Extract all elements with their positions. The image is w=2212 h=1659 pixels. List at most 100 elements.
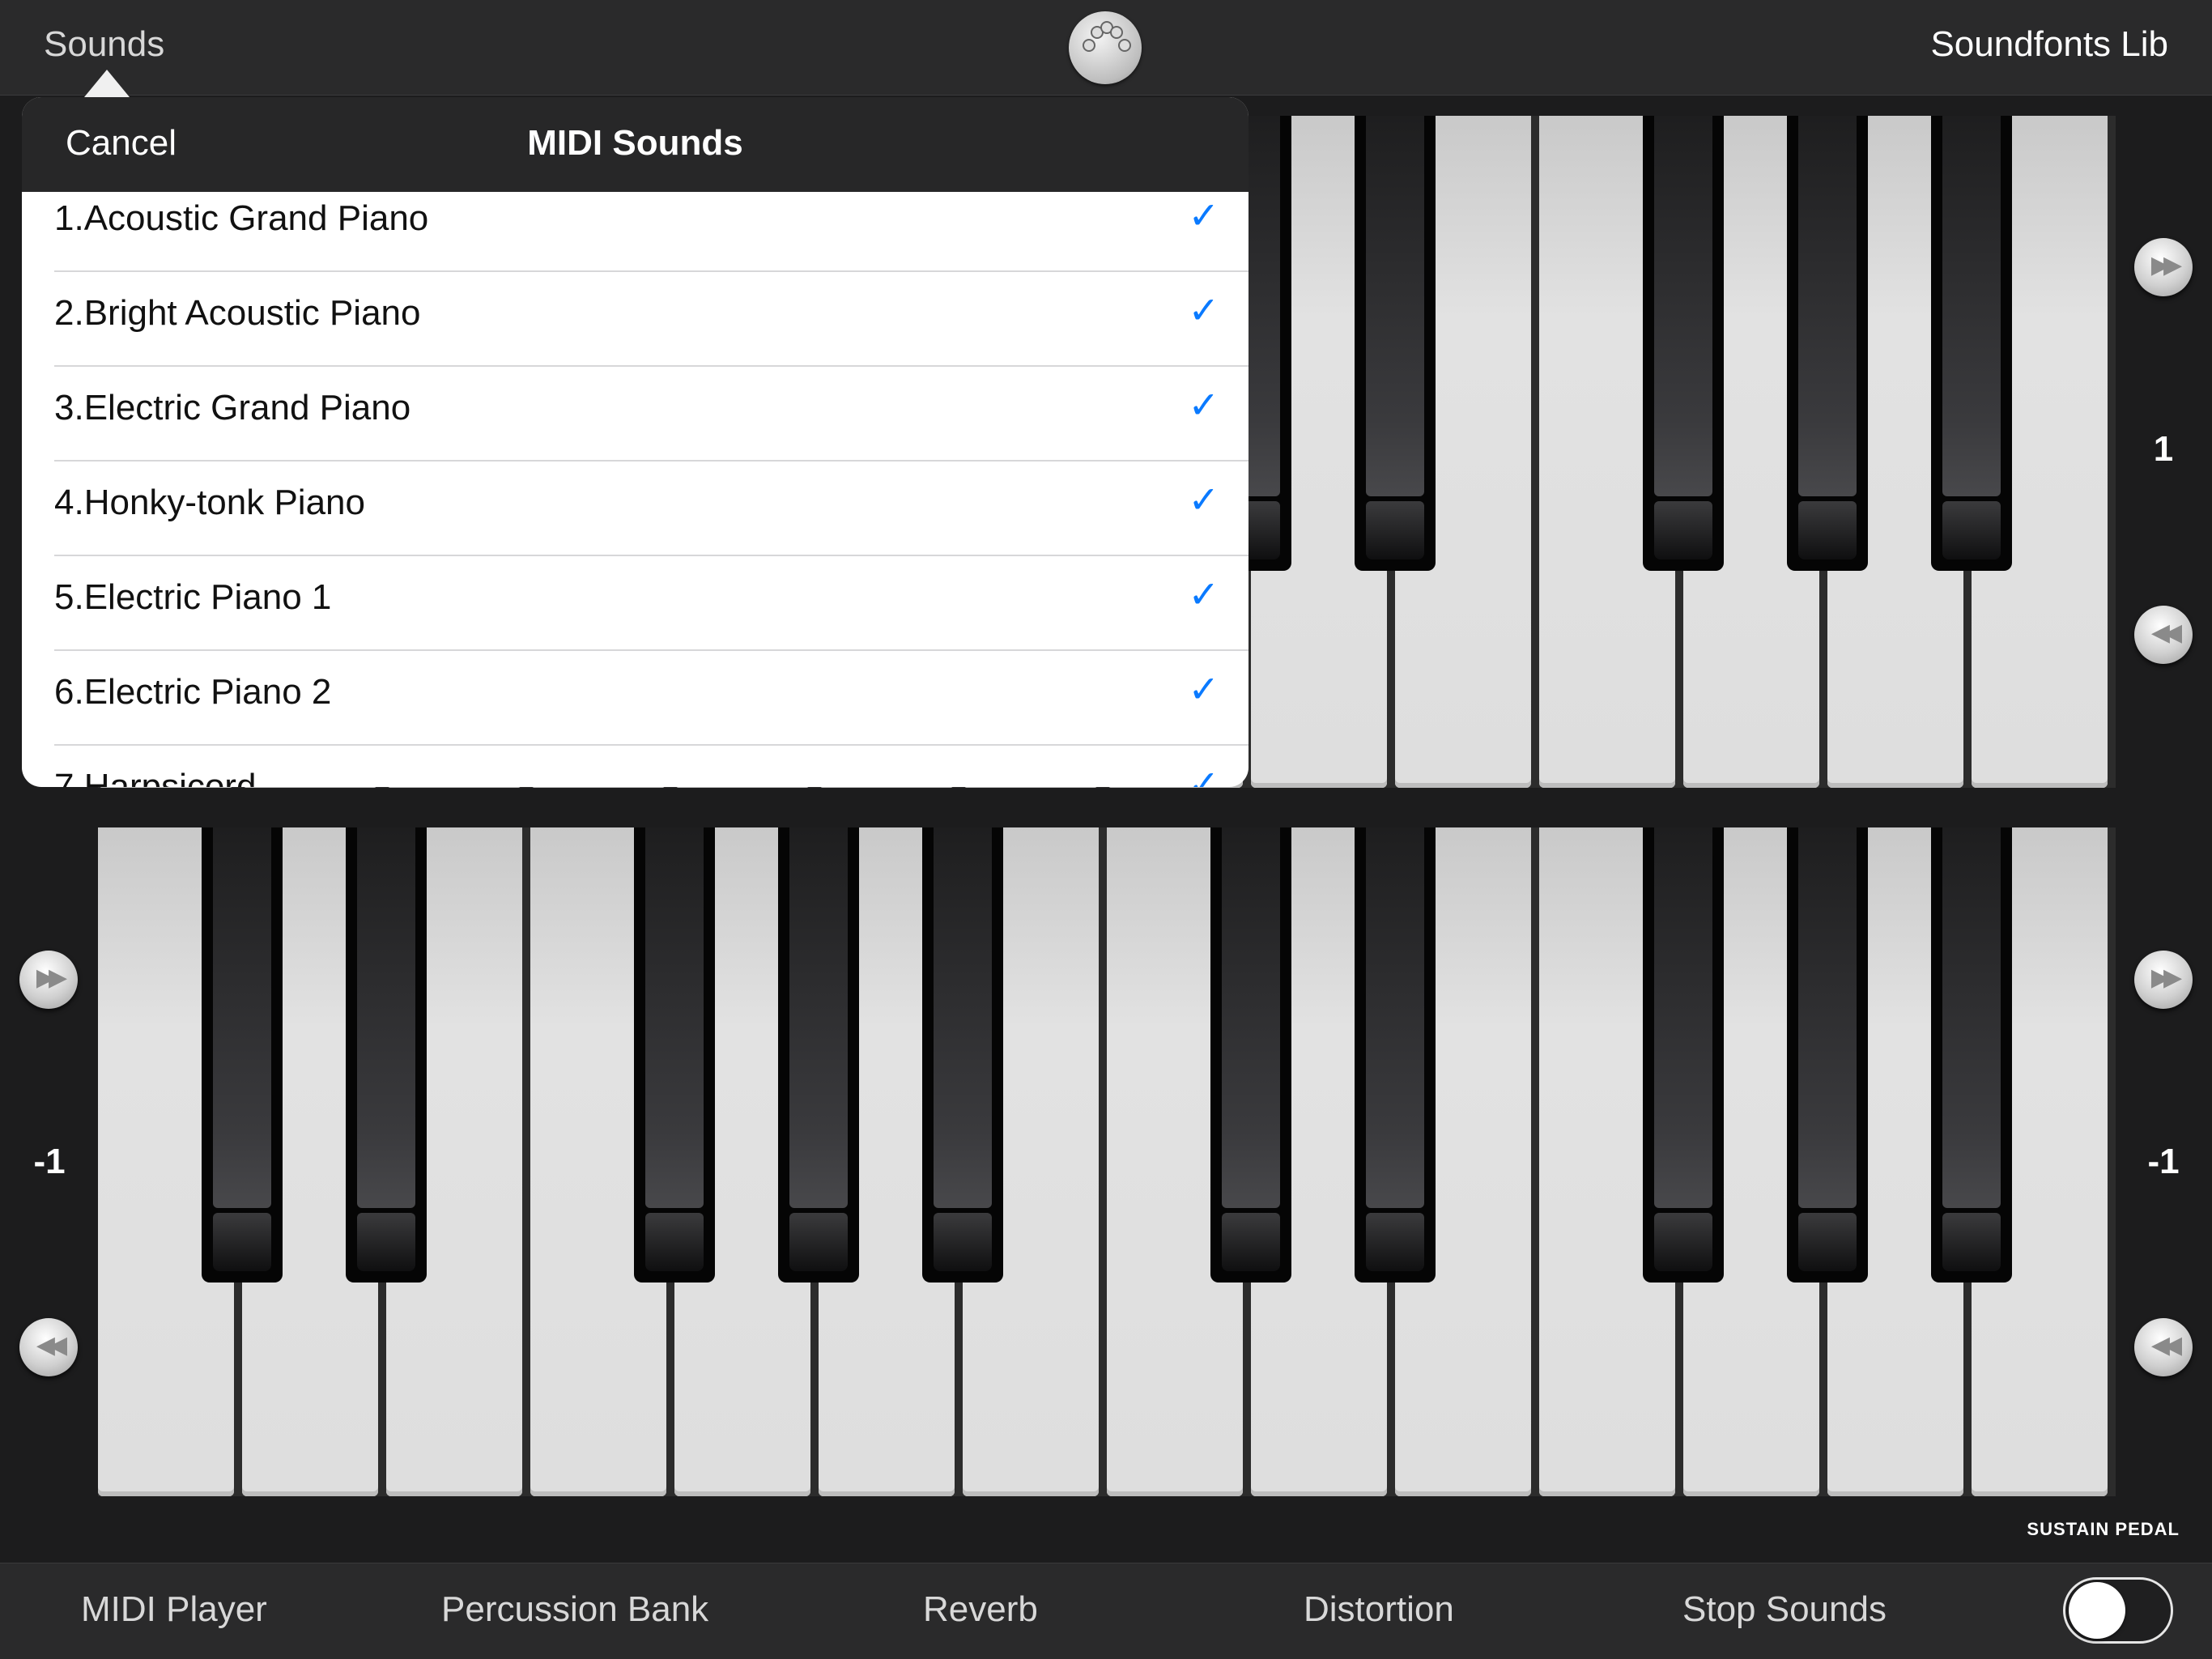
black-key-body: [934, 827, 992, 1208]
black-key-tip: [1942, 501, 2001, 559]
lower-right-octave-up-button[interactable]: ▶▶: [2134, 951, 2193, 1009]
percussion-bank-button[interactable]: Percussion Bank: [441, 1589, 708, 1630]
lower-keyboard[interactable]: [98, 827, 2116, 1496]
checkmark-icon: ✓: [1188, 763, 1219, 787]
popover-title: MIDI Sounds: [527, 123, 743, 163]
black-key[interactable]: [1787, 827, 1868, 1283]
black-key-body: [645, 827, 704, 1208]
black-key[interactable]: [1643, 827, 1724, 1283]
lower-right-octave-down-button[interactable]: ◀◀: [2134, 1318, 2193, 1376]
black-key-body: [1942, 827, 2001, 1208]
black-key[interactable]: [778, 827, 859, 1283]
black-key-tip: [1366, 1213, 1424, 1271]
black-key[interactable]: [1931, 116, 2012, 571]
stop-sounds-button[interactable]: Stop Sounds: [1682, 1589, 1887, 1630]
top-bar: Sounds Soundfonts Lib: [0, 0, 2212, 96]
lower-left-octave-down-button[interactable]: ◀◀: [19, 1318, 78, 1376]
sustain-pedal-label: SUSTAIN PEDAL: [2027, 1519, 2180, 1539]
black-key[interactable]: [1931, 827, 2012, 1283]
black-key[interactable]: [1355, 827, 1436, 1283]
sound-label: 5.Electric Piano 1: [54, 577, 332, 617]
black-key-body: [1942, 116, 2001, 496]
sounds-button[interactable]: Sounds: [44, 24, 164, 65]
midi-sounds-popover: MIDI Sounds Cancel 1.Acoustic Grand Pian…: [22, 97, 1249, 787]
black-key-tip: [789, 1213, 848, 1271]
sound-label: 2.Bright Acoustic Piano: [54, 293, 421, 333]
black-key-tip: [1654, 501, 1712, 559]
list-item[interactable]: 7.Harpsicord ✓: [54, 744, 1249, 787]
black-key-tip: [357, 1213, 415, 1271]
sound-label: 7.Harpsicord: [54, 767, 257, 787]
black-key-body: [1798, 827, 1857, 1208]
black-key[interactable]: [1643, 116, 1724, 571]
popover-header: MIDI Sounds Cancel: [22, 97, 1249, 192]
rewind-icon: ◀◀: [2150, 619, 2182, 646]
sound-label: 4.Honky-tonk Piano: [54, 483, 365, 522]
list-item[interactable]: 5.Electric Piano 1 ✓: [54, 555, 1249, 651]
midi-connector-icon[interactable]: [1069, 11, 1142, 84]
toggle-knob: [2069, 1582, 2125, 1639]
black-key-body: [357, 827, 415, 1208]
black-key[interactable]: [922, 827, 1003, 1283]
bottom-bar: MIDI Player Percussion Bank Reverb Disto…: [0, 1563, 2212, 1659]
upper-octave-up-button[interactable]: ▶▶: [2134, 238, 2193, 296]
black-key-body: [213, 827, 271, 1208]
sound-label: 6.Electric Piano 2: [54, 672, 332, 712]
sound-label: 1.Acoustic Grand Piano: [54, 198, 429, 238]
black-key[interactable]: [346, 827, 427, 1283]
checkmark-icon: ✓: [1188, 384, 1219, 426]
list-item[interactable]: 4.Honky-tonk Piano ✓: [54, 460, 1249, 556]
list-item[interactable]: 6.Electric Piano 2 ✓: [54, 649, 1249, 746]
black-key[interactable]: [1210, 827, 1291, 1283]
black-key-tip: [213, 1213, 271, 1271]
checkmark-icon: ✓: [1188, 668, 1219, 710]
black-key-tip: [645, 1213, 704, 1271]
black-key[interactable]: [1787, 116, 1868, 571]
black-key[interactable]: [1355, 116, 1436, 571]
midi-pin: [1118, 39, 1131, 52]
black-key-tip: [1654, 1213, 1712, 1271]
list-item[interactable]: 2.Bright Acoustic Piano ✓: [54, 270, 1249, 367]
black-key-tip: [1222, 1213, 1280, 1271]
black-key-body: [1654, 116, 1712, 496]
cancel-button[interactable]: Cancel: [66, 123, 177, 164]
black-key-body: [1366, 827, 1424, 1208]
black-key[interactable]: [202, 827, 283, 1283]
sustain-pedal-toggle[interactable]: [2063, 1577, 2173, 1644]
black-key-body: [1222, 827, 1280, 1208]
black-key-body: [789, 827, 848, 1208]
soundfonts-lib-button[interactable]: Soundfonts Lib: [1930, 24, 2168, 65]
distortion-button[interactable]: Distortion: [1304, 1589, 1454, 1630]
checkmark-icon: ✓: [1188, 194, 1219, 236]
fast-forward-icon: ▶▶: [2150, 964, 2182, 991]
list-item[interactable]: 1.Acoustic Grand Piano ✓: [54, 192, 1249, 272]
black-key[interactable]: [634, 827, 715, 1283]
fast-forward-icon: ▶▶: [36, 964, 67, 991]
black-key-tip: [1798, 501, 1857, 559]
black-key-tip: [934, 1213, 992, 1271]
upper-octave-label: 1: [2153, 429, 2174, 469]
midi-pin: [1110, 26, 1123, 39]
lower-left-octave-up-button[interactable]: ▶▶: [19, 951, 78, 1009]
lower-left-octave-label: -1: [33, 1142, 66, 1181]
checkmark-icon: ✓: [1188, 573, 1219, 615]
upper-octave-down-button[interactable]: ◀◀: [2134, 606, 2193, 664]
black-key-body: [1798, 116, 1857, 496]
black-key-body: [1654, 827, 1712, 1208]
rewind-icon: ◀◀: [2150, 1332, 2182, 1359]
black-key-tip: [1366, 501, 1424, 559]
black-key-tip: [1798, 1213, 1857, 1271]
midi-player-button[interactable]: MIDI Player: [81, 1589, 267, 1630]
sound-label: 3.Electric Grand Piano: [54, 388, 411, 428]
reverb-button[interactable]: Reverb: [923, 1589, 1038, 1630]
black-key-body: [1366, 116, 1424, 496]
black-key-tip: [1942, 1213, 2001, 1271]
list-item[interactable]: 3.Electric Grand Piano ✓: [54, 365, 1249, 462]
rewind-icon: ◀◀: [36, 1332, 67, 1359]
popover-arrow: [84, 70, 130, 97]
midi-pin: [1083, 39, 1095, 52]
checkmark-icon: ✓: [1188, 289, 1219, 331]
lower-right-octave-label: -1: [2147, 1142, 2180, 1181]
fast-forward-icon: ▶▶: [2150, 252, 2182, 279]
sound-list[interactable]: 1.Acoustic Grand Piano ✓ 2.Bright Acoust…: [22, 192, 1249, 787]
